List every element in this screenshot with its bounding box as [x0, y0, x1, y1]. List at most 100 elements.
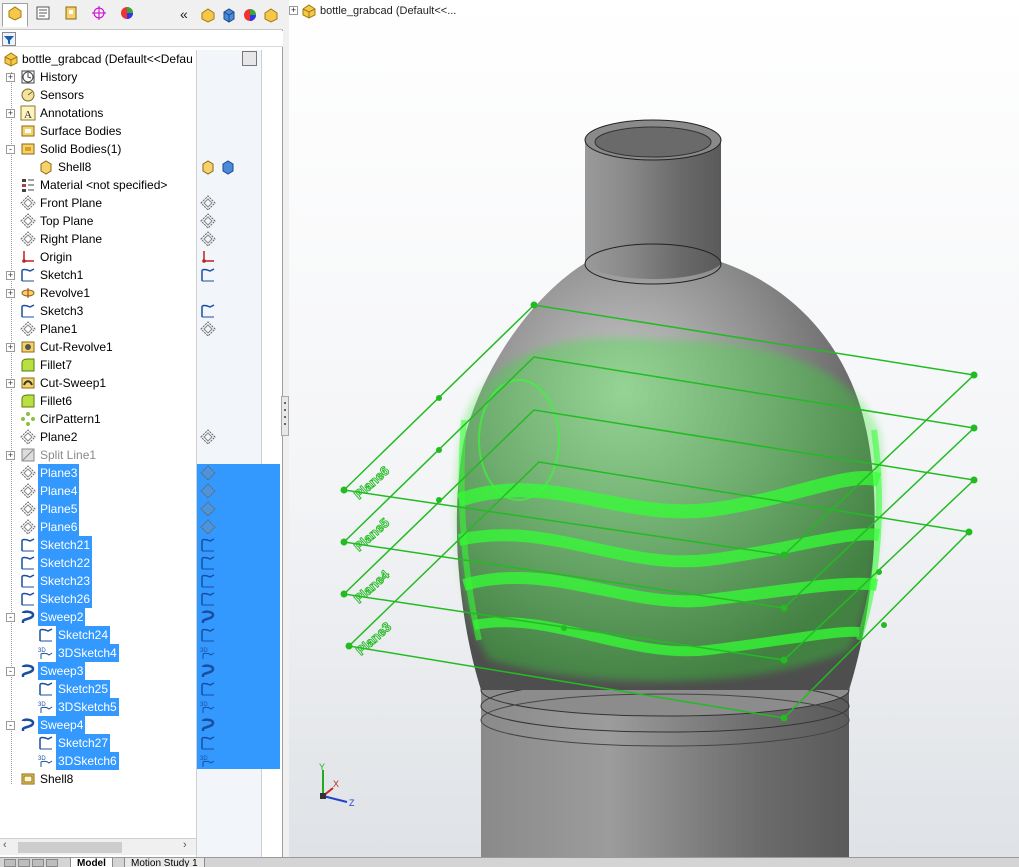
tree-item[interactable]: CirPattern1	[0, 410, 283, 428]
scroll-right-icon[interactable]: ›	[183, 839, 187, 851]
tree-item[interactable]: Sketch3	[0, 302, 283, 320]
tree-item[interactable]: Top Plane	[0, 212, 283, 230]
tree-item[interactable]: Fillet6	[0, 392, 283, 410]
tree-item[interactable]: Sketch26	[0, 590, 283, 608]
status-sketch-icon	[200, 573, 216, 589]
expand-icon[interactable]: +	[6, 451, 15, 460]
display-manager-tab[interactable]	[114, 3, 140, 27]
tree-item[interactable]: - Solid Bodies(1)	[0, 140, 283, 158]
tree-item[interactable]: + History	[0, 68, 283, 86]
first-tab-button[interactable]	[4, 859, 16, 867]
surface-bodies-icon	[20, 123, 36, 139]
tree-item-label: Sketch22	[38, 554, 93, 572]
tree-item[interactable]: Sketch23	[0, 572, 283, 590]
tree-item[interactable]: 3D 3DSketch5 3D	[0, 698, 283, 716]
collapse-icon[interactable]: -	[6, 667, 15, 676]
tree-item[interactable]: Plane4	[0, 482, 283, 500]
expand-icon[interactable]: +	[6, 289, 15, 298]
expand-icon[interactable]: +	[6, 109, 15, 118]
plane-icon	[20, 195, 36, 211]
tree-item[interactable]: - Sweep2	[0, 608, 283, 626]
horizontal-scrollbar[interactable]: ‹ ›	[0, 838, 196, 855]
plane-icon	[20, 213, 36, 229]
tree-item-label: CirPattern1	[40, 412, 101, 426]
tree-item[interactable]: Origin	[0, 248, 283, 266]
tree-item-label: Fillet6	[40, 394, 73, 408]
tree-item[interactable]: Plane3	[0, 464, 283, 482]
tree-item[interactable]: Sketch24	[0, 626, 283, 644]
status-plane-icon	[200, 213, 216, 229]
view-cube-icon[interactable]	[221, 7, 237, 23]
status-plane-icon	[200, 465, 216, 481]
featuremanager-pane: « bottle_grabcad (Default<<Defau + Histor…	[0, 0, 283, 857]
last-tab-button[interactable]	[46, 859, 58, 867]
pane-splitter[interactable]	[281, 396, 289, 436]
tree-item[interactable]: Material <not specified>	[0, 176, 283, 194]
tree-item-label: Front Plane	[40, 196, 103, 210]
tree-item[interactable]: Sketch25	[0, 680, 283, 698]
tree-item[interactable]: Fillet7	[0, 356, 283, 374]
tree-item[interactable]: Right Plane	[0, 230, 283, 248]
tree-item[interactable]: + Revolve1	[0, 284, 283, 302]
tree-item-label: Sketch25	[56, 680, 111, 698]
prev-tab-button[interactable]	[18, 859, 30, 867]
plane-icon	[20, 519, 36, 535]
triad-y: Y	[319, 762, 325, 772]
tree-item[interactable]: + Cut-Sweep1	[0, 374, 283, 392]
graphics-area[interactable]: Plane6 Plane5 Plane4 Plane3 + bottle_gra…	[289, 0, 1019, 857]
tree-item[interactable]: - Sweep3	[0, 662, 283, 680]
scroll-left-icon[interactable]: ‹	[3, 839, 7, 851]
tree-item[interactable]: 3D 3DSketch6 3D	[0, 752, 283, 770]
tree-item[interactable]: Sensors	[0, 86, 283, 104]
tree-item[interactable]: Plane5	[0, 500, 283, 518]
tree-item[interactable]: Plane2	[0, 428, 283, 446]
expand-icon[interactable]: +	[6, 73, 15, 82]
featuremanager-tab[interactable]	[2, 3, 28, 27]
scroll-thumb[interactable]	[18, 842, 122, 853]
collapse-pane-button[interactable]: «	[180, 6, 188, 22]
tree-item[interactable]: Shell8	[0, 158, 283, 176]
tree-item-label: Fillet7	[40, 358, 73, 372]
tree-item[interactable]: 3D 3DSketch4 3D	[0, 644, 283, 662]
status-plane-icon	[200, 321, 216, 337]
bottle-model-view[interactable]: Plane6 Plane5 Plane4 Plane3	[289, 0, 1019, 857]
expand-icon[interactable]: +	[6, 379, 15, 388]
tree-item-label: History	[40, 70, 78, 84]
sketch-icon	[20, 573, 36, 589]
dimxpert-tab[interactable]	[86, 3, 112, 27]
tree-item[interactable]: Front Plane	[0, 194, 283, 212]
tree-item[interactable]: Plane1	[0, 320, 283, 338]
tab-motion-study[interactable]: Motion Study 1	[124, 858, 205, 867]
tree-item[interactable]: + Sketch1	[0, 266, 283, 284]
tree-item[interactable]: - Sweep4	[0, 716, 283, 734]
plane-icon	[20, 465, 36, 481]
tree-item[interactable]: + Cut-Revolve1	[0, 338, 283, 356]
part-icon[interactable]	[200, 7, 216, 23]
collapse-icon[interactable]: -	[6, 721, 15, 730]
part-icon[interactable]	[263, 7, 279, 23]
expand-icon[interactable]: +	[6, 343, 15, 352]
expand-icon[interactable]: +	[6, 271, 15, 280]
status-sketch-icon	[200, 627, 216, 643]
collapse-icon[interactable]: -	[6, 145, 15, 154]
tree-item[interactable]: Sketch27	[0, 734, 283, 752]
next-tab-button[interactable]	[32, 859, 44, 867]
status-sketch-icon	[200, 591, 216, 607]
configuration-icon	[63, 5, 79, 26]
collapse-icon[interactable]: -	[6, 613, 15, 622]
tree-item[interactable]: + Split Line1	[0, 446, 283, 464]
tree-item[interactable]: Sketch22	[0, 554, 283, 572]
tree-item-label: Plane6	[38, 518, 80, 536]
tab-model[interactable]: Model	[70, 858, 113, 867]
appearance-icon[interactable]	[242, 7, 258, 23]
configurationmanager-tab[interactable]	[58, 3, 84, 27]
filter-icon[interactable]	[2, 32, 16, 46]
expand-icon[interactable]: +	[289, 6, 298, 15]
propertymanager-tab[interactable]	[30, 3, 56, 27]
tree-item[interactable]: Shell8	[0, 770, 283, 788]
tree-item[interactable]: Surface Bodies	[0, 122, 283, 140]
shell-icon	[20, 771, 36, 787]
tree-item[interactable]: Sketch21	[0, 536, 283, 554]
tree-item[interactable]: Plane6	[0, 518, 283, 536]
tree-item[interactable]: + A Annotations	[0, 104, 283, 122]
